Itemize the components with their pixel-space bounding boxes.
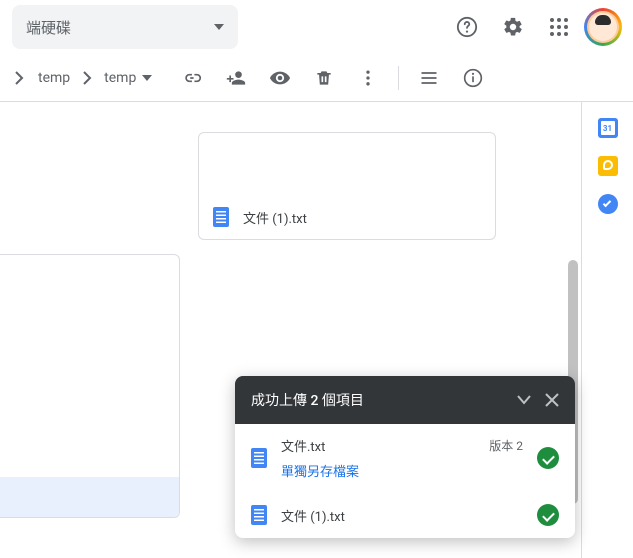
file-card[interactable]: 文件 (1).txt <box>198 132 496 240</box>
search-text: 端硬碟 <box>26 17 71 38</box>
list-view-button[interactable] <box>409 58 449 98</box>
upload-item-name: 文件.txt <box>281 436 325 455</box>
preview-button[interactable] <box>260 58 300 98</box>
file-card-partial[interactable] <box>0 254 180 518</box>
avatar-face <box>589 13 617 41</box>
link-icon <box>182 68 202 88</box>
docs-file-icon <box>251 505 267 525</box>
chevron-down-icon[interactable] <box>517 395 531 405</box>
keep-app-icon[interactable] <box>598 156 618 176</box>
help-button[interactable] <box>447 7 487 47</box>
account-avatar[interactable] <box>585 9 621 45</box>
calendar-app-icon[interactable]: 31 <box>598 118 618 138</box>
side-panel: 31 <box>581 102 633 558</box>
chevron-right-icon <box>14 71 24 85</box>
delete-button[interactable] <box>304 58 344 98</box>
upload-item-version: 版本 2 <box>489 437 523 454</box>
search-input[interactable]: 端硬碟 <box>12 5 238 49</box>
toolbar: temp temp <box>0 54 633 102</box>
person-add-icon <box>226 68 246 88</box>
eye-icon <box>269 67 291 89</box>
dropdown-triangle-icon <box>214 24 224 30</box>
help-icon <box>456 16 478 38</box>
upload-item: 文件 (1).txt <box>235 492 575 538</box>
list-icon <box>419 68 439 88</box>
file-name-label: 文件 (1).txt <box>243 208 307 227</box>
settings-button[interactable] <box>493 7 533 47</box>
gear-icon <box>502 16 524 38</box>
upload-panel: 成功上傳 2 個項目 文件.txt 版本 2 單獨另存檔案 文件 (1).txt <box>235 376 575 538</box>
breadcrumb-item[interactable]: temp <box>32 66 76 90</box>
docs-file-icon <box>251 448 267 468</box>
success-check-icon <box>537 504 559 526</box>
success-check-icon <box>537 447 559 469</box>
upload-item-name: 文件 (1).txt <box>281 506 523 525</box>
more-actions-button[interactable] <box>348 58 388 98</box>
file-card-footer: 文件 (1).txt <box>199 195 495 239</box>
get-link-button[interactable] <box>172 58 212 98</box>
toolbar-actions <box>172 58 493 98</box>
docs-file-icon <box>213 207 229 227</box>
breadcrumb-current-label: temp <box>104 70 136 86</box>
breadcrumb-root[interactable] <box>8 67 30 89</box>
share-button[interactable] <box>216 58 256 98</box>
trash-icon <box>314 68 334 88</box>
app-header: 端硬碟 <box>0 0 633 54</box>
apps-button[interactable] <box>539 7 579 47</box>
details-button[interactable] <box>453 58 493 98</box>
breadcrumb-separator <box>78 71 96 85</box>
chevron-right-icon <box>82 71 92 85</box>
file-card-partial-footer <box>0 477 179 517</box>
save-separately-link[interactable]: 單獨另存檔案 <box>281 461 523 480</box>
breadcrumb-current[interactable]: temp <box>98 66 158 90</box>
upload-panel-title: 成功上傳 2 個項目 <box>251 390 364 410</box>
upload-panel-header: 成功上傳 2 個項目 <box>235 376 575 424</box>
tasks-app-icon[interactable] <box>598 194 618 214</box>
info-icon <box>463 68 483 88</box>
toolbar-divider <box>398 66 399 90</box>
dropdown-triangle-icon <box>142 75 152 81</box>
upload-item: 文件.txt 版本 2 單獨另存檔案 <box>235 424 575 492</box>
more-vert-icon <box>358 68 378 88</box>
close-icon[interactable] <box>545 393 559 407</box>
waffle-icon <box>550 18 568 36</box>
